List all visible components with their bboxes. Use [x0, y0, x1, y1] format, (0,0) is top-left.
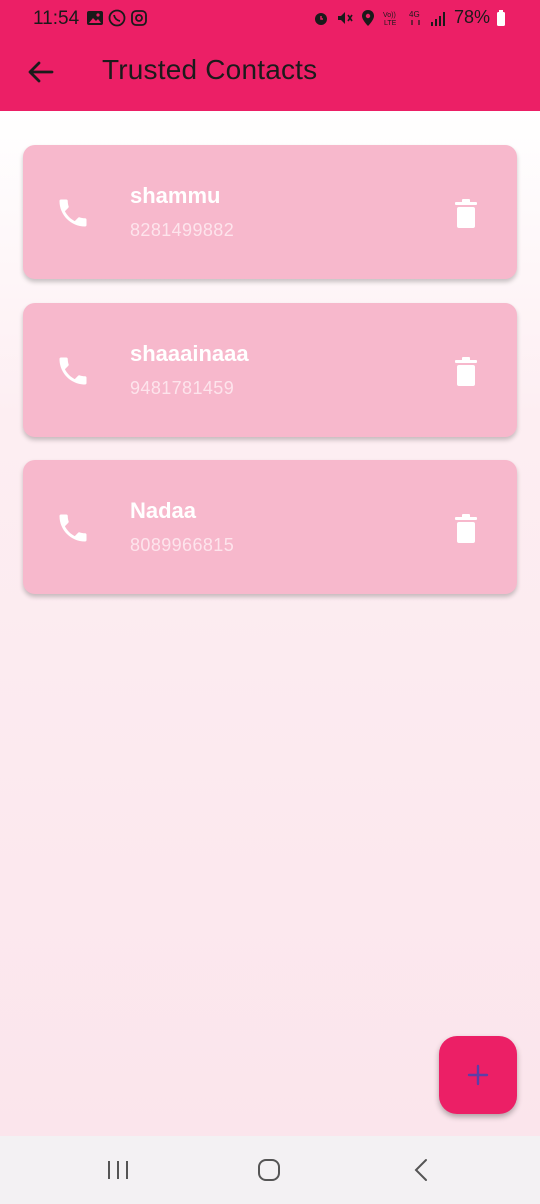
contact-number: 8281499882 [130, 220, 235, 240]
header: 11:54 Vo)) LTE 4G 78% Trusted Contacts [0, 0, 540, 111]
alarm-icon [314, 12, 327, 25]
battery-icon [497, 9, 505, 26]
notification-icons [86, 9, 148, 27]
contact-name: shaaainaaa [130, 341, 249, 366]
add-contact-button[interactable] [439, 1036, 517, 1114]
contact-number: 9481781459 [130, 378, 235, 398]
volte-icon: Vo))LTE [383, 12, 397, 27]
delete-icon[interactable] [453, 514, 479, 544]
page-title: Trusted Contacts [102, 54, 318, 85]
arrow-back-icon[interactable] [24, 56, 56, 88]
signal-icon [430, 11, 445, 26]
plus-icon [467, 1064, 489, 1086]
contact-name: shammu [130, 183, 221, 208]
contacts-list-area: shammu 8281499882 shaaainaaa 9481781459 … [0, 111, 540, 1136]
whatsapp-icon [108, 9, 126, 27]
svg-text:Vo)): Vo)) [383, 12, 396, 19]
phone-icon[interactable] [55, 353, 91, 389]
svg-text:4G: 4G [409, 10, 420, 19]
contact-card[interactable]: Nadaa 8089966815 [23, 460, 517, 594]
status-bar: 11:54 Vo)) LTE 4G 78% [0, 0, 540, 36]
phone-icon[interactable] [55, 195, 91, 231]
status-time: 11:54 [33, 8, 80, 29]
battery-percentage: 78% [453, 7, 490, 27]
contact-name: Nadaa [130, 498, 197, 523]
mute-icon [337, 11, 353, 24]
delete-icon[interactable] [453, 357, 479, 387]
home-icon[interactable] [257, 1158, 281, 1182]
delete-icon[interactable] [453, 199, 479, 229]
gallery-icon [87, 11, 103, 25]
recents-icon[interactable] [106, 1158, 130, 1182]
instagram-icon [131, 10, 147, 26]
phone-icon[interactable] [55, 510, 91, 546]
4g-icon: 4G [409, 10, 420, 25]
system-icons: Vo)) LTE 4G 78% [312, 7, 506, 28]
contact-card[interactable]: shaaainaaa 9481781459 [23, 303, 517, 437]
system-nav-bar [0, 1136, 540, 1204]
back-icon[interactable] [410, 1158, 434, 1182]
svg-text:LTE: LTE [384, 20, 397, 27]
contact-number: 8089966815 [130, 535, 235, 555]
contact-card[interactable]: shammu 8281499882 [23, 145, 517, 279]
location-icon [361, 9, 374, 26]
